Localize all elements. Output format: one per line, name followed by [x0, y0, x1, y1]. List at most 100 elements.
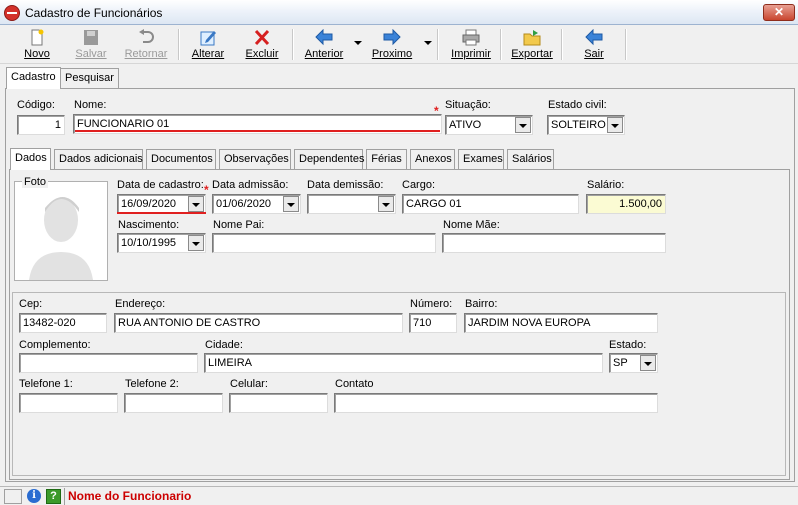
data-cadastro-required-underline — [117, 212, 206, 214]
estado-select[interactable]: SP — [609, 353, 658, 373]
data-demissao-field[interactable] — [307, 194, 396, 214]
telefone1-field[interactable] — [19, 393, 118, 413]
tab-ferias[interactable]: Férias — [366, 149, 407, 169]
person-placeholder-icon — [15, 182, 107, 280]
status-hint: Nome do Funcionario — [64, 488, 794, 505]
tab-pesquisar[interactable]: Pesquisar — [60, 68, 119, 88]
foto-label: Foto — [22, 176, 49, 188]
contato-label: Contato — [335, 378, 374, 390]
cidade-field[interactable]: LIMEIRA — [204, 353, 603, 373]
cep-label: Cep: — [19, 298, 43, 310]
chevron-down-icon[interactable] — [515, 117, 531, 133]
toolbar-separator — [292, 29, 294, 60]
situacao-label: Situação: — [445, 99, 491, 111]
bairro-field[interactable]: JARDIM NOVA EUROPA — [464, 313, 658, 333]
nome-pai-field[interactable] — [212, 233, 436, 253]
excluir-button[interactable]: Excluir — [238, 28, 286, 62]
proximo-dropdown-icon[interactable] — [424, 41, 432, 45]
data-cadastro-field[interactable]: 16/09/2020 — [117, 194, 206, 214]
nome-mae-field[interactable] — [442, 233, 666, 253]
toolbar-separator — [500, 29, 502, 60]
contato-field[interactable] — [334, 393, 658, 413]
alterar-button[interactable]: Alterar — [185, 28, 231, 62]
sair-button[interactable]: Sair — [570, 28, 618, 62]
codigo-label: Código: — [17, 99, 55, 111]
chevron-down-icon[interactable] — [607, 117, 623, 133]
nascimento-label: Nascimento: — [118, 219, 180, 231]
estado-label: Estado: — [609, 339, 647, 351]
new-document-icon — [31, 29, 44, 46]
calendar-dropdown-icon[interactable] — [188, 235, 204, 251]
nascimento-field[interactable]: 10/10/1995 — [117, 233, 206, 253]
retornar-button[interactable]: Retornar — [120, 28, 172, 62]
salario-label: Salário: — [587, 179, 625, 191]
save-icon — [84, 30, 98, 45]
anterior-button[interactable]: Anterior — [300, 28, 348, 62]
tab-exames[interactable]: Exames — [458, 149, 504, 169]
telefone1-label: Telefone 1: — [19, 378, 73, 390]
estado-value: SP — [613, 357, 628, 369]
toolbar-separator — [625, 29, 627, 60]
nome-label: Nome: — [74, 99, 107, 111]
celular-field[interactable] — [229, 393, 328, 413]
situacao-select[interactable]: ATIVO — [445, 115, 533, 135]
estado-civil-select[interactable]: SOLTEIRO — [547, 115, 625, 135]
estado-civil-label: Estado civil: — [548, 99, 607, 111]
cargo-field[interactable]: CARGO 01 — [402, 194, 579, 214]
novo-button[interactable]: Novo — [12, 28, 62, 62]
imprimir-button[interactable]: Imprimir — [446, 28, 496, 62]
tab-anexos[interactable]: Anexos — [410, 149, 455, 169]
toolbar: Novo Salvar Retornar Alterar Excluir Ant… — [0, 26, 798, 64]
arrow-left-icon — [315, 29, 333, 46]
data-demissao-label: Data demissão: — [307, 179, 384, 191]
anterior-dropdown-icon[interactable] — [354, 41, 362, 45]
telefone2-label: Telefone 2: — [125, 378, 179, 390]
cep-field[interactable]: 13482-020 — [19, 313, 107, 333]
tab-dados-adicionais[interactable]: Dados adicionais — [54, 149, 143, 169]
numero-field[interactable]: 710 — [409, 313, 457, 333]
toolbar-separator — [437, 29, 439, 60]
calendar-dropdown-icon[interactable] — [283, 196, 299, 212]
telefone2-field[interactable] — [124, 393, 223, 413]
proximo-button[interactable]: Proximo — [366, 28, 418, 62]
codigo-field[interactable]: 1 — [17, 115, 65, 135]
celular-label: Celular: — [230, 378, 268, 390]
estado-civil-value: SOLTEIRO — [551, 119, 606, 131]
help-icon[interactable]: ? — [46, 489, 61, 504]
window-title: Cadastro de Funcionários — [25, 6, 163, 20]
toolbar-separator — [561, 29, 563, 60]
close-button[interactable]: ✕ — [763, 4, 795, 21]
data-admissao-label: Data admissão: — [212, 179, 289, 191]
calendar-dropdown-icon[interactable] — [188, 196, 204, 212]
tab-dados[interactable]: Dados — [10, 148, 51, 170]
tab-dependentes[interactable]: Dependentes — [294, 149, 364, 169]
tab-cadastro[interactable]: Cadastro — [6, 67, 61, 89]
undo-icon — [139, 29, 154, 43]
data-cadastro-label: Data de cadastro: — [117, 179, 204, 191]
nascimento-value: 10/10/1995 — [121, 237, 177, 249]
tab-salarios[interactable]: Salários — [507, 149, 554, 169]
endereco-field[interactable]: RUA ANTONIO DE CASTRO — [114, 313, 403, 333]
title-bar: Cadastro de Funcionários ✕ — [0, 0, 798, 25]
data-admissao-field[interactable]: 01/06/2020 — [212, 194, 301, 214]
complemento-field[interactable] — [19, 353, 198, 373]
edit-icon — [200, 31, 216, 46]
arrow-right-icon — [383, 29, 401, 46]
info-icon[interactable]: i — [27, 489, 41, 503]
tab-documentos[interactable]: Documentos — [146, 149, 216, 169]
exportar-button[interactable]: Exportar — [507, 28, 557, 62]
printer-icon — [462, 29, 480, 46]
salario-field[interactable]: 1.500,00 — [586, 194, 666, 214]
tab-observacoes[interactable]: Observações — [219, 149, 291, 169]
foto-group — [14, 181, 108, 281]
cargo-label: Cargo: — [402, 179, 436, 191]
salvar-button[interactable]: Salvar — [66, 28, 116, 62]
data-admissao-value: 01/06/2020 — [216, 198, 272, 210]
nome-mae-label: Nome Mãe: — [443, 219, 500, 231]
delete-icon — [254, 29, 270, 46]
endereco-label: Endereço: — [115, 298, 166, 310]
calendar-dropdown-icon[interactable] — [378, 196, 394, 212]
chevron-down-icon[interactable] — [640, 355, 656, 371]
nome-required-underline — [75, 130, 440, 132]
situacao-value: ATIVO — [449, 119, 482, 131]
